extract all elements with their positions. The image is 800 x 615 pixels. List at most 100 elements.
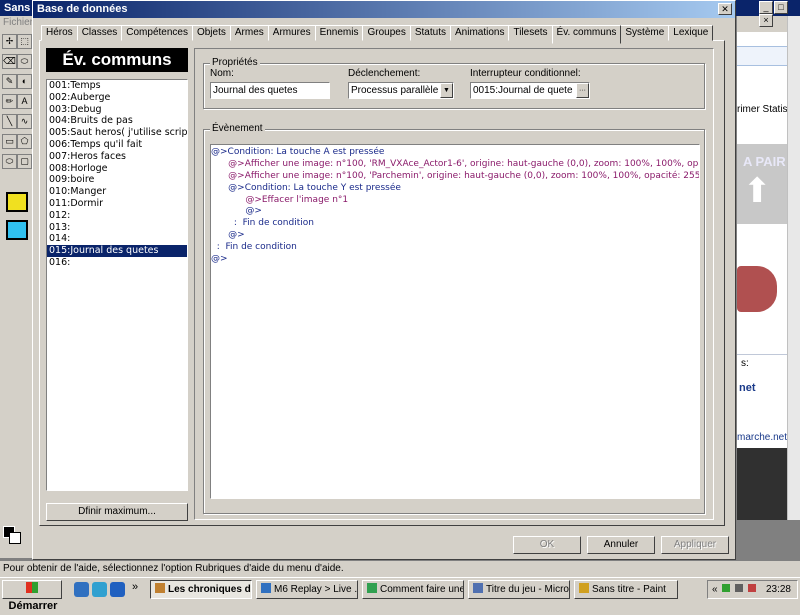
line-icon[interactable]: ╲ [2,114,17,129]
apply-button[interactable]: Appliquer [661,536,729,554]
name-field[interactable]: Journal des quetes [210,82,330,99]
list-item[interactable]: 005:Saut heros( j'utilise script [47,127,187,139]
list-item[interactable]: 009:boire [47,174,187,186]
maximize-icon[interactable]: □ [774,1,788,14]
list-item[interactable]: 014: [47,233,187,245]
browser-photos[interactable] [737,448,791,520]
common-event-list[interactable]: 001:Temps 002:Auberge 003:Debug 004:Bruits … [46,79,188,491]
curve-icon[interactable]: ∿ [17,114,32,129]
polygon-icon[interactable]: ⬠ [17,134,32,149]
command-line[interactable]: @>Condition: La touche Y est pressée [211,183,699,195]
ellipse-icon[interactable]: ⬭ [2,154,17,169]
properties-group: Propriétés Nom: Journal des quetes Décle… [203,57,705,109]
picker-icon[interactable]: ✎ [2,74,17,89]
quicklaunch-chevron-icon[interactable]: » [132,581,138,593]
quicklaunch-ie-icon[interactable] [110,582,125,597]
tab-classes[interactable]: Classes [76,25,123,41]
set-maximum-button[interactable]: Dfinir maximum... [46,503,188,521]
select-free-icon[interactable]: ✢ [2,34,17,49]
taskbar-item[interactable]: Sans titre - Paint [574,580,678,599]
tab-armures[interactable]: Armures [267,25,316,41]
shoe-image [737,266,777,312]
list-item[interactable]: 007:Heros faces [47,151,187,163]
network-icon[interactable] [722,584,731,592]
command-line[interactable]: : Fin de condition [211,242,699,254]
tab-héros[interactable]: Héros [41,25,78,41]
taskbar-item[interactable]: Les chroniques d... [150,580,252,599]
security-icon[interactable] [747,584,756,592]
browser-url-text[interactable]: marche.net. [737,432,790,443]
fill-icon[interactable]: ⬭ [17,54,32,69]
paint-menu-file[interactable]: Fichier [0,16,34,30]
list-item[interactable]: 001:Temps [47,80,187,92]
list-item[interactable]: 004:Bruits de pas [47,115,187,127]
taskbar-item[interactable]: M6 Replay > Live ... [256,580,358,599]
app-icon [579,583,589,593]
tab-év-communs[interactable]: Év. communs [551,25,622,44]
command-line[interactable]: @>Condition: La touche A est pressée [211,147,699,159]
command-line[interactable]: @>Afficher une image: n°100, 'Parchemin'… [211,171,699,183]
rounded-rect-icon[interactable]: ▢ [17,154,32,169]
trigger-select[interactable]: Processus parallèle ▼ [348,82,454,99]
tool-option-icon[interactable] [6,192,28,212]
paint-palette[interactable] [0,520,34,558]
eraser-icon[interactable]: ⌫ [2,54,17,69]
start-button[interactable]: Démarrer [2,580,62,612]
list-item[interactable]: 002:Auberge [47,92,187,104]
tab-lexique[interactable]: Lexique [668,25,714,41]
taskbar-item[interactable]: Titre du jeu - Micro... [468,580,570,599]
tab-ennemis[interactable]: Ennemis [314,25,364,41]
tray-chevron-icon[interactable]: « [712,584,718,595]
tab-objets[interactable]: Objets [191,25,231,41]
tab-compétences[interactable]: Compétences [121,25,193,41]
list-item[interactable]: 008:Horloge [47,163,187,175]
command-line[interactable]: @> [211,206,699,218]
tool-option-alt-icon[interactable] [6,220,28,240]
switch-field[interactable]: 0015:Journal de quete ··· [470,82,590,99]
app-icon [473,583,483,593]
ok-button[interactable]: OK [513,536,581,554]
list-item[interactable]: 013: [47,222,187,234]
quicklaunch-desktop-icon[interactable] [74,582,89,597]
close-icon[interactable]: ✕ [718,3,732,15]
tab-animations[interactable]: Animations [449,25,510,41]
list-item[interactable]: 016: [47,257,187,269]
select-rect-icon[interactable]: ⬚ [17,34,32,49]
minimize-icon[interactable]: _ [759,1,773,14]
tab-groupes[interactable]: Groupes [362,25,411,41]
cancel-button[interactable]: Annuler [587,536,655,554]
tab-statuts[interactable]: Statuts [409,25,451,41]
list-item[interactable]: 010:Manger [47,186,187,198]
volume-icon[interactable] [735,584,744,592]
quicklaunch-messenger-icon[interactable] [92,582,107,597]
taskbar-item[interactable]: Comment faire une... [362,580,464,599]
dialog-title-bar[interactable]: Base de données ✕ [33,1,735,18]
app-icon [261,583,271,593]
chevron-down-icon[interactable]: ▼ [440,83,453,98]
list-item[interactable]: 012: [47,210,187,222]
list-item[interactable]: 015:Journal des quetes [47,245,187,257]
pencil-icon[interactable]: ✏ [2,94,17,109]
command-line[interactable]: @> [211,254,699,266]
tab-tilesets[interactable]: Tilesets [508,25,553,41]
close-icon[interactable]: × [759,14,773,27]
list-item[interactable]: 011:Dormir [47,198,187,210]
list-item[interactable]: 003:Debug [47,104,187,116]
browser-link-text[interactable]: rimer Statis [737,104,788,115]
event-group: Évènement @>Condition: La touche A est p… [203,123,705,514]
tab-armes[interactable]: Armes [229,25,269,41]
event-command-list[interactable]: @>Condition: La touche A est pressée @>A… [210,144,700,499]
zoom-icon[interactable]: ◐ [17,74,32,89]
command-line[interactable]: @>Afficher une image: n°100, 'RM_VXAce_A… [211,159,699,171]
browser-link[interactable]: net [739,382,756,394]
list-item[interactable]: 006:Temps qu'il fait [47,139,187,151]
command-line[interactable]: : Fin de condition [211,218,699,230]
database-dialog: Base de données ✕ Héros Classes Compétence… [32,0,736,560]
browser-scrollbar[interactable] [787,16,800,520]
ellipsis-icon[interactable]: ··· [576,83,589,98]
command-line[interactable]: @> [211,230,699,242]
command-line[interactable]: @>Effacer l'image n°1 [211,195,699,207]
brush-icon[interactable]: A [17,94,32,109]
rectangle-icon[interactable]: ▭ [2,134,17,149]
tab-système[interactable]: Système [620,25,670,41]
